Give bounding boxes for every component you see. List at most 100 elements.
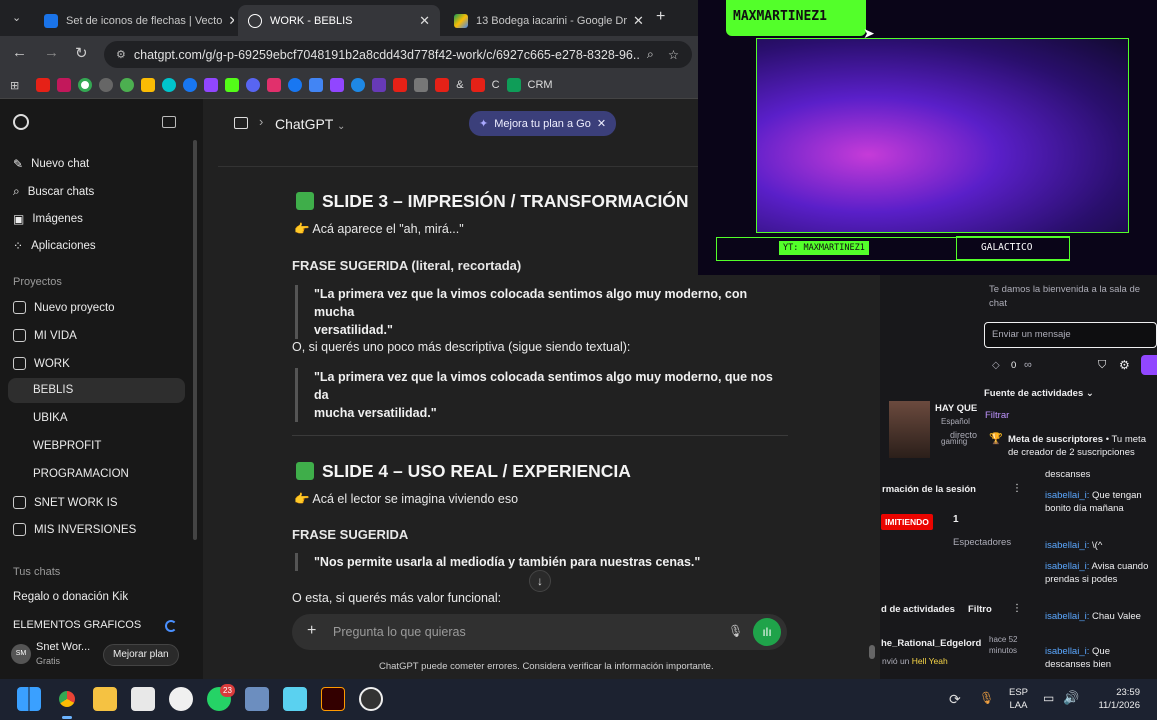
stream-preview-thumb[interactable] (889, 401, 930, 458)
chat-item[interactable]: Regalo o donación Kik (13, 591, 128, 603)
drive-favicon-icon (454, 13, 468, 28)
network-icon[interactable]: ▭ (1043, 691, 1054, 705)
microphone-icon[interactable]: 🎙 (728, 624, 743, 638)
close-icon[interactable]: ✕ (627, 13, 644, 29)
facebook-bookmark-icon[interactable] (288, 78, 303, 92)
tab-vectors[interactable]: Set de iconos de flechas | Vecto ✕ (34, 5, 234, 36)
meta-bookmark-icon[interactable] (183, 78, 198, 92)
youtube4-bookmark-icon[interactable] (470, 78, 485, 92)
user-avatar[interactable]: SM (11, 644, 31, 664)
chart-bookmark-icon[interactable] (414, 78, 429, 92)
youtube-bookmark-icon[interactable] (36, 78, 51, 92)
sync-icon[interactable]: ⟳ (949, 691, 961, 708)
youtube2-bookmark-icon[interactable] (393, 78, 408, 92)
upgrade-plan-button[interactable]: Mejorar plan (103, 644, 179, 666)
shield-icon[interactable]: ⛉ (1098, 359, 1106, 372)
zoom-icon[interactable]: ⌕ (647, 47, 654, 62)
tab-search-icon[interactable]: ⌄ (12, 11, 21, 24)
microphone-icon[interactable]: 🎙 (979, 691, 994, 705)
youtube3-bookmark-icon[interactable] (435, 78, 450, 92)
sidebar-item-work[interactable]: WORK (13, 357, 70, 370)
close-icon[interactable]: ✕ (597, 117, 606, 130)
folder-icon[interactable] (234, 117, 248, 129)
instagram-bookmark-icon[interactable] (267, 78, 282, 92)
close-icon[interactable]: ✕ (413, 13, 430, 29)
illustrator-icon[interactable] (321, 687, 345, 711)
twitch-bookmark-icon[interactable] (204, 78, 219, 92)
gmail-bookmark-icon[interactable] (57, 78, 72, 92)
obs-icon[interactable] (359, 687, 383, 711)
bookmark-amp[interactable]: & (456, 79, 463, 91)
tab-work-beblis[interactable]: WORK - BEBLIS ✕ (238, 5, 440, 36)
bookmark-crm[interactable]: CRM (528, 79, 553, 91)
sidebar-scrollbar[interactable] (193, 140, 197, 540)
twitch2-bookmark-icon[interactable] (330, 78, 345, 92)
upgrade-pill[interactable]: ✦ Mejora tu plan a Go ✕ (469, 111, 617, 136)
sidebar-item-programacion[interactable]: PROGRAMACION (33, 468, 129, 480)
sidebar-item-images[interactable]: ▣ Imágenes (13, 212, 83, 226)
clock[interactable]: 23:59 11/1/2026 (1090, 686, 1140, 712)
upwork-bookmark-icon[interactable] (351, 78, 366, 92)
sidebar-item-snet-work[interactable]: SNET WORK IS (13, 496, 118, 509)
message-input[interactable]: Pregunta lo que quieras (333, 625, 466, 639)
bookmark-star-icon[interactable]: ☆ (668, 47, 679, 62)
user-name[interactable]: Snet Wor... (36, 641, 90, 653)
snipping-tool-icon[interactable] (131, 687, 155, 711)
filter-button[interactable]: Filtrar (985, 410, 1009, 421)
settings-gear-icon[interactable]: ⚙ (1119, 358, 1130, 372)
add-attachment-icon[interactable]: + (307, 622, 316, 640)
chat-input[interactable]: Enviar un mensaje (984, 322, 1157, 348)
apps-grid-icon[interactable]: ⊞ (10, 79, 19, 92)
voice-mode-button[interactable]: ılı (753, 618, 781, 646)
close-icon[interactable]: ✕ (222, 13, 234, 29)
windows-start-icon[interactable] (17, 687, 41, 711)
sidebar-item-mi-vida[interactable]: MI VIDA (13, 329, 77, 342)
forms-bookmark-icon[interactable] (372, 78, 387, 92)
docs-bookmark-icon[interactable] (309, 78, 324, 92)
tab-google-drive[interactable]: 13 Bodega iacarini - Google Dr ✕ (444, 5, 644, 36)
more-options-icon[interactable]: ⋮ (1012, 483, 1022, 494)
model-selector[interactable]: ChatGPT ⌄ (275, 116, 345, 132)
openai-logo-icon[interactable] (13, 114, 29, 130)
sidebar-item-search[interactable]: ⌕ Buscar chats (13, 184, 94, 199)
activities-filter[interactable]: Filtro (968, 604, 992, 615)
bookmark-c[interactable]: C (492, 79, 500, 91)
file-explorer-icon[interactable] (93, 687, 117, 711)
clock-app-icon[interactable] (169, 687, 193, 711)
address-bar[interactable]: ⚙ chatgpt.com/g/g-p-69259ebcf7048191b2a8… (104, 41, 692, 68)
sidebar-item-apps[interactable]: ⁘ Aplicaciones (13, 239, 96, 253)
main-scrollbar[interactable] (869, 645, 875, 659)
scroll-down-button[interactable]: ↓ (529, 570, 551, 592)
reload-icon[interactable]: ↻ (75, 44, 88, 62)
message-composer[interactable]: + Pregunta lo que quieras 🎙 ılı (292, 614, 787, 650)
settings-bookmark-icon[interactable] (99, 78, 114, 92)
volume-icon[interactable]: 🔊 (1063, 690, 1079, 706)
more-options-icon[interactable]: ⋮ (1012, 603, 1022, 614)
new-tab-button[interactable]: + (656, 8, 665, 26)
forward-icon[interactable]: → (44, 44, 59, 61)
chat-send-button[interactable] (1141, 355, 1157, 375)
sidebar-item-new-project[interactable]: Nuevo proyecto (13, 301, 115, 314)
sidebar-item-beblis[interactable]: BEBLIS (8, 378, 185, 403)
chatgpt-bookmark-icon[interactable] (120, 78, 135, 92)
google-bookmark-icon[interactable] (78, 78, 93, 92)
sidebar-item-new-chat[interactable]: ✎ Nuevo chat (13, 157, 89, 171)
calculator-icon[interactable] (245, 687, 269, 711)
sidebar-item-ubika[interactable]: UBIKA (33, 412, 68, 424)
sidebar-item-inversiones[interactable]: MIS INVERSIONES (13, 523, 136, 536)
activity-feed-header[interactable]: Fuente de actividades ⌄ (984, 388, 1094, 399)
chat-item[interactable]: ELEMENTOS GRAFICOS (13, 619, 141, 631)
discord-bookmark-icon[interactable] (246, 78, 261, 92)
chrome-icon[interactable] (55, 687, 79, 711)
language-indicator[interactable]: ESP LAA (1009, 686, 1028, 712)
keep-bookmark-icon[interactable] (141, 78, 156, 92)
notepad-icon[interactable] (283, 687, 307, 711)
sidebar-item-webprofit[interactable]: WEBPROFIT (33, 440, 101, 452)
canva-bookmark-icon[interactable] (162, 78, 177, 92)
site-info-icon[interactable]: ⚙ (116, 48, 126, 61)
kick-bookmark-icon[interactable] (225, 78, 240, 92)
sidebar-toggle-icon[interactable] (162, 116, 176, 128)
channel-points-icon[interactable]: ◇ (992, 360, 1000, 371)
sheets-bookmark-icon[interactable] (506, 78, 521, 92)
back-icon[interactable]: ← (12, 44, 27, 61)
